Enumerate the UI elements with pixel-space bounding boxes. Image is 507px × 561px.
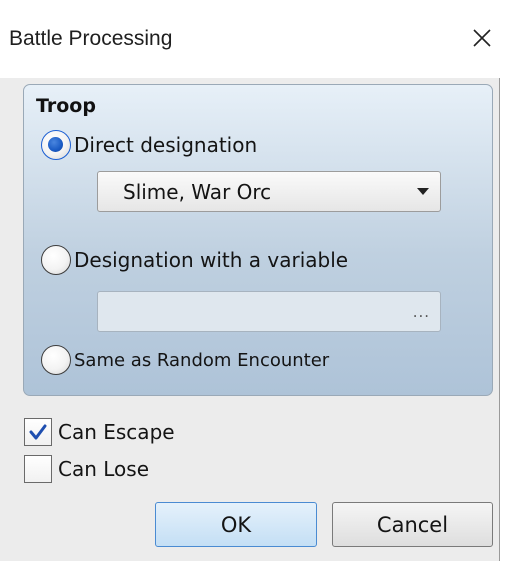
window-title: Battle Processing [9,27,173,50]
can-lose-checkbox[interactable] [24,455,52,483]
dialog-content: Troop Direct designation Slime, War Orc … [0,78,500,561]
radio-same-as-random-encounter[interactable]: Same as Random Encounter [41,343,329,377]
radio-button-random-encounter[interactable] [41,345,71,375]
radio-label-random-encounter: Same as Random Encounter [74,349,330,371]
checkmark-icon [29,424,47,440]
close-button[interactable] [465,18,499,58]
troop-dropdown-value: Slime, War Orc [123,179,272,204]
title-bar: Battle Processing [0,0,507,78]
troop-group: Troop Direct designation Slime, War Orc … [23,84,493,396]
troop-dropdown[interactable]: Slime, War Orc [97,171,441,212]
battle-processing-dialog: Battle Processing Troop Direct designati… [0,0,507,561]
can-escape-checkbox[interactable] [24,418,52,446]
cancel-button[interactable]: Cancel [332,502,493,547]
can-lose-label: Can Lose [58,457,150,481]
close-icon [473,29,491,47]
radio-designation-variable[interactable]: Designation with a variable [41,243,348,277]
chevron-down-icon [406,187,440,196]
radio-button-direct[interactable] [41,130,71,160]
radio-button-variable[interactable] [41,245,71,275]
can-escape-label: Can Escape [58,420,175,444]
variable-field[interactable]: ... [97,291,441,332]
can-lose-row[interactable]: Can Lose [24,454,149,484]
radio-label-variable: Designation with a variable [74,248,349,272]
radio-label-direct: Direct designation [74,133,258,157]
radio-direct-designation[interactable]: Direct designation [41,128,257,162]
ok-button[interactable]: OK [155,502,317,547]
variable-browse-button[interactable]: ... [413,303,430,321]
can-escape-row[interactable]: Can Escape [24,417,175,447]
troop-group-label: Troop [36,95,96,117]
